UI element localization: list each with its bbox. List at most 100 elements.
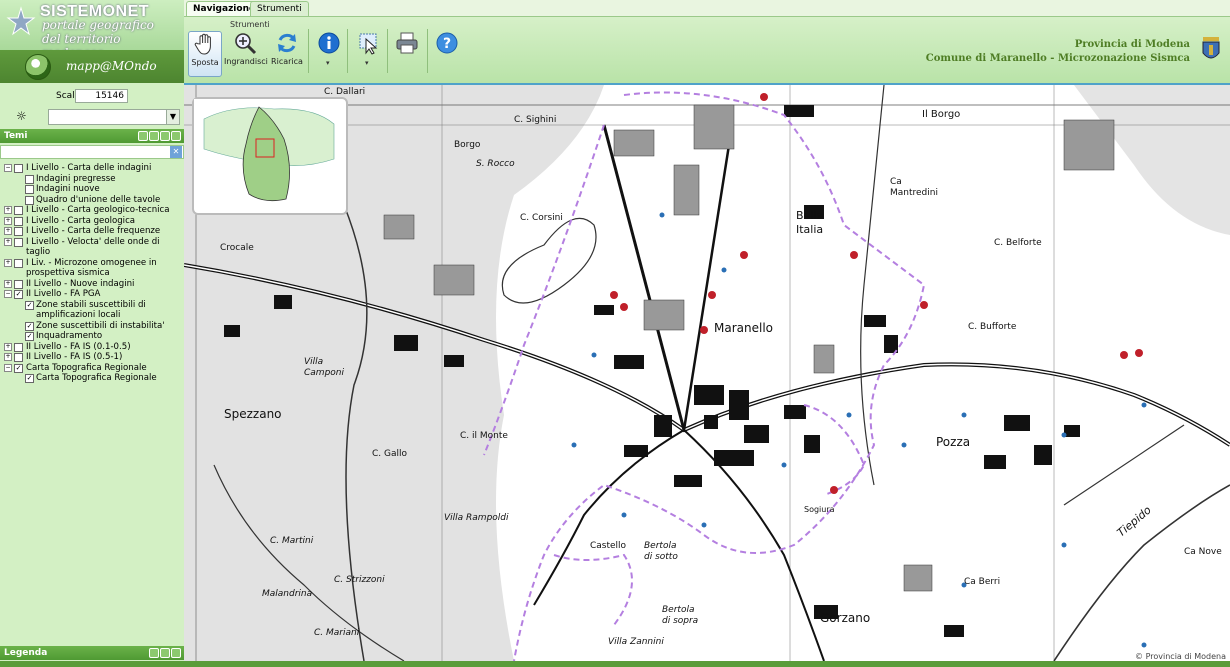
print-button[interactable] [394, 31, 420, 75]
expand-icon[interactable]: + [4, 206, 12, 214]
layer-checkbox[interactable] [14, 206, 23, 215]
layer-checkbox[interactable] [14, 227, 23, 236]
coat-of-arms-icon [1202, 37, 1220, 59]
layer-checkbox[interactable] [14, 237, 23, 247]
layer-checkbox[interactable] [25, 174, 34, 184]
app-subtitle-1: portale geografico [42, 18, 154, 32]
layer-tree-item[interactable]: − I Livello - Carta delle indagini [4, 163, 182, 174]
layer-checkbox[interactable] [25, 185, 34, 194]
map-label: Bertola di sopra [662, 605, 699, 626]
expand-icon[interactable]: + [4, 216, 12, 225]
map-label: Maranello [714, 321, 773, 335]
gear-icon[interactable] [138, 131, 148, 141]
globe-icon [25, 54, 51, 80]
collapse-icon[interactable]: − [4, 290, 12, 298]
layer-checkbox[interactable]: ✓ [14, 363, 23, 373]
layer-filter-input[interactable]: ✕ [0, 145, 184, 159]
layer-tree-item[interactable]: + I Livello - Carta geologico-tecnica [4, 205, 182, 216]
expand-icon[interactable] [149, 131, 159, 141]
layer-label: I Livello - Velocta' delle onde di tagli… [26, 236, 160, 258]
layer-tree-item[interactable]: − ✓ II Livello - FA PGA [4, 289, 182, 300]
left-panel: Scala 15146 ☼ ▼ Temi ✕ − I Livello - Cart… [0, 83, 184, 667]
layer-checkbox[interactable]: ✓ [25, 321, 34, 331]
layer-label: Quadro d'unione delle tavole [36, 194, 161, 205]
layer-checkbox[interactable]: ✓ [14, 290, 23, 299]
expand-icon[interactable]: + [4, 342, 12, 351]
mappamondo-bar[interactable]: mapp@MOndo [0, 50, 184, 83]
layer-label: II Livello - FA IS (0.1-0.5) [26, 341, 131, 352]
layer-tree-item[interactable]: + II Livello - FA IS (0.1-0.5) [4, 342, 182, 353]
layer-label: I Livello - Carta delle frequenze [26, 226, 161, 236]
expand-icon[interactable]: + [4, 279, 12, 288]
map-label: Crocale [220, 243, 254, 253]
layer-checkbox[interactable]: ✓ [25, 332, 34, 341]
zoom-in-button[interactable]: Ingrandisci [224, 31, 268, 75]
search-select[interactable]: ▼ [48, 109, 180, 125]
overview-map-canvas[interactable] [194, 99, 342, 209]
collapse-icon[interactable] [160, 648, 170, 658]
collapse-icon[interactable]: − [4, 363, 12, 372]
layer-tree-item[interactable]: ✓ Zone suscettibili di instabilita' [4, 321, 182, 332]
map-label: C. Strizzoni [334, 575, 385, 585]
expand-icon[interactable]: + [4, 227, 12, 235]
layer-checkbox[interactable] [14, 216, 23, 226]
layer-tree-item[interactable]: Indagini nuove [4, 184, 182, 195]
tab-strumenti[interactable]: Strumenti [250, 1, 309, 16]
map-view[interactable]: C. Dallari C. Sighini Borgo S. Rocco Il … [184, 85, 1230, 661]
layer-checkbox[interactable] [14, 279, 23, 289]
map-label: Spezzano [224, 407, 282, 421]
map-label: Bella Italia [796, 209, 824, 236]
layer-tree-item[interactable]: Indagini pregresse [4, 174, 182, 185]
chevron-down-icon[interactable]: ▾ [365, 59, 369, 67]
layer-tree-item[interactable]: + II Livello - FA IS (0.5-1) [4, 352, 182, 363]
select-button[interactable] [354, 31, 382, 75]
info-button[interactable] [317, 31, 341, 75]
add-icon[interactable] [171, 648, 181, 658]
minimize-icon[interactable] [171, 131, 181, 141]
layer-checkbox[interactable] [14, 342, 23, 352]
reload-button[interactable]: Ricarica [270, 31, 304, 75]
logo-area: SISTEMONET portale geografico del territ… [0, 0, 184, 60]
printer-icon [396, 32, 418, 54]
help-button[interactable]: ? [434, 31, 460, 75]
tools-caption: Strumenti [230, 20, 270, 29]
layer-tree-item[interactable]: ✓ Zone stabili suscettibili di amplificaz… [4, 300, 182, 321]
layer-tree-item[interactable]: ✓ Inquadramento [4, 331, 182, 342]
clear-icon[interactable]: ✕ [170, 146, 182, 158]
overview-map[interactable] [192, 97, 348, 215]
layer-tree-item[interactable]: + I Livello - Carta geologica [4, 216, 182, 227]
chevron-down-icon[interactable]: ▾ [326, 59, 330, 67]
layer-checkbox[interactable]: ✓ [25, 300, 34, 310]
copyright-text: © Provincia di Modena [1135, 652, 1226, 661]
layer-tree-item[interactable]: − ✓ Carta Topografica Regionale [4, 363, 182, 374]
scale-input[interactable]: 15146 [75, 89, 128, 103]
layer-tree-item[interactable]: ✓ Carta Topografica Regionale [4, 373, 182, 384]
layer-label: Carta Topografica Regionale [36, 373, 157, 383]
layer-checkbox[interactable]: ✓ [25, 374, 34, 383]
expand-icon[interactable] [149, 648, 159, 658]
help-icon: ? [436, 32, 458, 54]
toolbar-separator [387, 29, 388, 73]
layer-tree-item[interactable]: + I Livello - Velocta' delle onde di tagl… [4, 237, 182, 258]
pan-button[interactable]: Sposta [188, 31, 222, 77]
layer-tree-item[interactable]: + II Livello - Nuove indagini [4, 279, 182, 290]
layer-checkbox[interactable] [14, 164, 23, 173]
layer-tree-item[interactable]: + I Livello - Carta delle frequenze [4, 226, 182, 237]
binoculars-icon[interactable]: ☼ [16, 109, 27, 123]
expand-icon[interactable]: + [4, 353, 12, 361]
map-label: C. Gallo [372, 449, 408, 459]
layer-tree-item[interactable]: + I Liv. - Microzone omogenee in prospett… [4, 258, 182, 279]
map-label: Ca Nove [1184, 547, 1222, 557]
chevron-down-icon[interactable]: ▼ [166, 110, 179, 124]
layer-checkbox[interactable] [25, 195, 34, 205]
collapse-icon[interactable]: − [4, 164, 12, 172]
expand-icon[interactable]: + [4, 237, 12, 246]
collapse-all-icon[interactable] [160, 131, 170, 141]
layer-label: I Livello - Carta geologica [26, 215, 136, 226]
map-label: Bertola di sotto [644, 541, 678, 562]
expand-icon[interactable]: + [4, 258, 12, 267]
layer-checkbox[interactable] [14, 258, 23, 268]
layer-checkbox[interactable] [14, 353, 23, 362]
layer-label: II Livello - FA PGA [26, 289, 101, 299]
layer-tree-item[interactable]: Quadro d'unione delle tavole [4, 195, 182, 206]
